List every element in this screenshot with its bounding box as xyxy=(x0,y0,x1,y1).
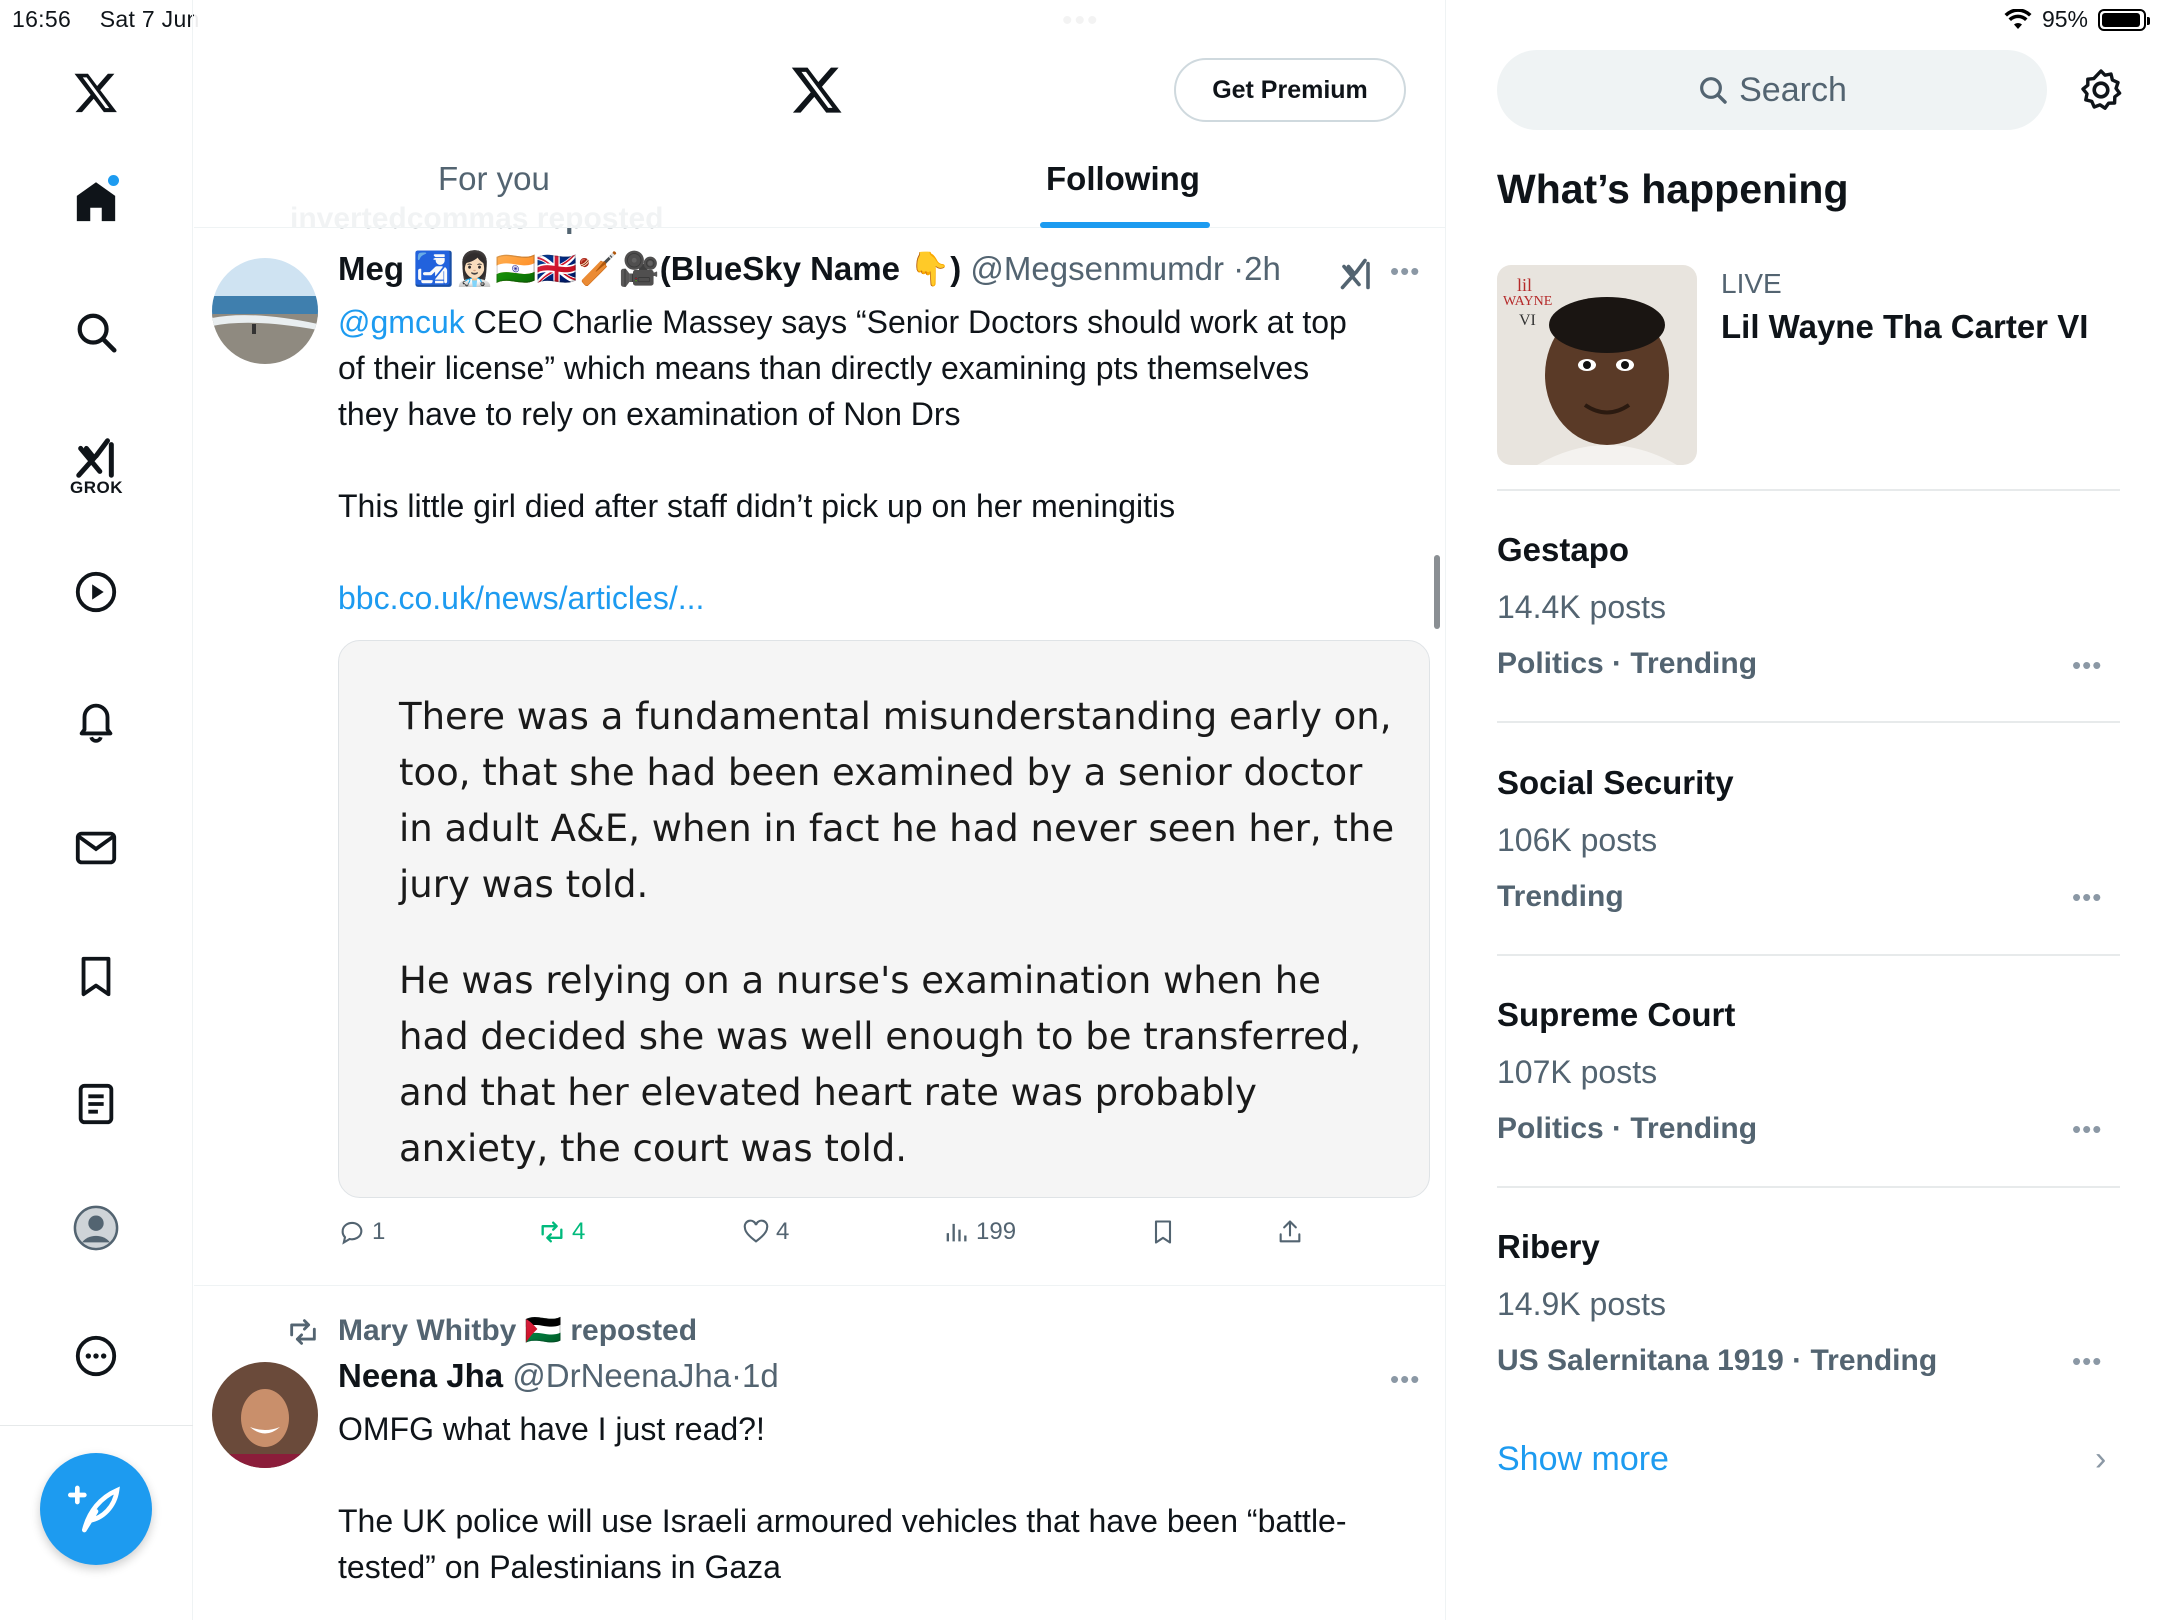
scrollbar[interactable] xyxy=(1434,555,1440,629)
trend-more-icon[interactable]: ••• xyxy=(2072,650,2102,681)
trend-more-icon[interactable]: ••• xyxy=(2072,1346,2102,1377)
heart-icon xyxy=(743,1219,769,1243)
notifications-bell-icon[interactable] xyxy=(56,680,136,760)
sidebar-divider xyxy=(0,1425,193,1426)
share-button[interactable] xyxy=(1276,1218,1304,1246)
tweet-text: @gmcuk CEO Charlie Massey says “Senior D… xyxy=(338,299,1428,621)
author-name[interactable]: Neena Jha xyxy=(338,1357,503,1394)
trend-post-count: 14.4K posts xyxy=(1497,589,1666,625)
tab-following[interactable]: Following xyxy=(1046,160,1200,198)
tweet-header: Neena Jha @DrNeenaJha·1d xyxy=(338,1357,779,1395)
more-circle-icon[interactable] xyxy=(56,1316,136,1396)
tweet-divider xyxy=(194,1285,1445,1286)
trend-post-count: 14.9K posts xyxy=(1497,1286,1666,1322)
trend-divider xyxy=(1497,489,2120,491)
author-name[interactable]: Meg 🛃👩🏻‍⚕️🇮🇳🇬🇧🏏🎥(BlueSky Name 👇) xyxy=(338,250,961,287)
grok-icon[interactable] xyxy=(1338,256,1374,297)
author-handle[interactable]: @Megsenmumdr xyxy=(970,250,1224,287)
avatar[interactable] xyxy=(212,258,318,364)
active-tab-indicator xyxy=(1040,222,1210,228)
trend-divider xyxy=(1497,954,2120,956)
search-input[interactable]: Search xyxy=(1497,50,2047,130)
views-button[interactable]: 199 xyxy=(942,1218,1016,1246)
show-more-link[interactable]: Show more xyxy=(1497,1440,1669,1479)
x-logo-icon[interactable] xyxy=(56,52,136,132)
quote-paragraph-1: There was a fundamental misunderstanding… xyxy=(399,695,1395,906)
trend-category: US Salernitana 1919 · Trending xyxy=(1497,1344,1938,1377)
tweet-text: OMFG what have I just read?! The UK poli… xyxy=(338,1411,1347,1585)
grok-label: GROK xyxy=(70,478,123,497)
trend-more-icon[interactable]: ••• xyxy=(2072,882,2102,913)
unread-dot xyxy=(108,175,119,186)
repost-button[interactable]: 4 xyxy=(538,1218,585,1246)
whats-happening-title: What’s happening xyxy=(1497,166,1849,212)
tweet-more-icon[interactable]: ••• xyxy=(1390,256,1420,287)
right-sidebar: Search What’s happening lil WAYNE VI LIV… xyxy=(1447,0,2160,1620)
svg-text:lil: lil xyxy=(1517,275,1532,295)
search-icon[interactable] xyxy=(56,292,136,372)
sidebar: GROK xyxy=(0,0,193,1620)
video-icon[interactable] xyxy=(56,552,136,632)
tweet-header: Meg 🛃👩🏻‍⚕️🇮🇳🇬🇧🏏🎥(BlueSky Name 👇) @Megsen… xyxy=(338,250,1281,289)
bookmark-icon xyxy=(1154,1220,1172,1244)
compose-post-button[interactable] xyxy=(40,1453,152,1565)
main-timeline: invertedcommas reposted Get Premium For … xyxy=(194,0,1446,1620)
lists-icon[interactable] xyxy=(56,1064,136,1144)
svg-text:VI: VI xyxy=(1519,312,1536,329)
search-icon xyxy=(1700,77,1727,104)
trend-name[interactable]: Supreme Court xyxy=(1497,996,1735,1034)
article-link[interactable]: bbc.co.uk/news/articles/... xyxy=(338,575,1428,621)
settings-gear-icon[interactable] xyxy=(2077,66,2125,114)
timeline-header: Get Premium For you Following xyxy=(194,0,1445,228)
like-button[interactable]: 4 xyxy=(742,1218,789,1246)
tweet-time[interactable]: 2h xyxy=(1244,250,1281,287)
dot-separator: · xyxy=(731,1357,743,1394)
quote-paragraph-2: He was relying on a nurse's examination … xyxy=(399,959,1362,1170)
tweet-time[interactable]: 1d xyxy=(742,1357,779,1394)
avatar[interactable] xyxy=(212,1362,318,1468)
reply-button[interactable]: 1 xyxy=(338,1218,385,1246)
repost-icon xyxy=(286,1315,320,1354)
trend-divider xyxy=(1497,721,2120,723)
home-icon[interactable] xyxy=(56,162,136,242)
compose-feather-icon xyxy=(68,1485,120,1533)
live-label: LIVE xyxy=(1721,268,1782,299)
trend-name[interactable]: Ribery xyxy=(1497,1228,1600,1266)
messages-envelope-icon[interactable] xyxy=(56,808,136,888)
x-logo-icon[interactable] xyxy=(790,62,844,121)
get-premium-button[interactable]: Get Premium xyxy=(1174,58,1406,122)
tweet-more-icon[interactable]: ••• xyxy=(1390,1364,1420,1395)
profile-avatar-icon[interactable] xyxy=(56,1188,136,1268)
trend-post-count: 107K posts xyxy=(1497,1054,1658,1090)
trend-name[interactable]: Gestapo xyxy=(1497,531,1629,569)
trend-category: Politics · Trending xyxy=(1497,1112,1758,1145)
live-event-thumbnail[interactable]: lil WAYNE VI xyxy=(1497,265,1697,465)
repost-context[interactable]: Mary Whitby 🇵🇸 reposted xyxy=(338,1313,697,1348)
live-event-title[interactable]: Lil Wayne Tha Carter VI xyxy=(1721,308,2088,346)
trend-name[interactable]: Social Security xyxy=(1497,764,1734,802)
trend-divider xyxy=(1497,1186,2120,1188)
share-icon xyxy=(1279,1220,1301,1243)
reply-icon xyxy=(341,1221,363,1245)
bookmarks-icon[interactable] xyxy=(56,936,136,1016)
repost-icon xyxy=(541,1221,563,1243)
dot-separator: · xyxy=(1233,250,1245,287)
quoted-image-card[interactable]: There was a fundamental misunderstanding… xyxy=(338,640,1430,1198)
tab-for-you[interactable]: For you xyxy=(438,160,550,198)
mention-link[interactable]: @gmcuk xyxy=(338,304,465,340)
author-handle[interactable]: @DrNeenaJha xyxy=(512,1357,731,1394)
chevron-right-icon: › xyxy=(2095,1440,2107,1478)
trend-post-count: 106K posts xyxy=(1497,822,1658,858)
bookmark-button[interactable] xyxy=(1149,1218,1177,1246)
trend-category: Trending xyxy=(1497,880,1624,913)
trend-more-icon[interactable]: ••• xyxy=(2072,1114,2102,1145)
analytics-icon xyxy=(946,1223,967,1242)
search-placeholder: Search xyxy=(1739,70,1847,109)
svg-text:WAYNE: WAYNE xyxy=(1503,294,1552,309)
trend-category: Politics · Trending xyxy=(1497,647,1758,680)
